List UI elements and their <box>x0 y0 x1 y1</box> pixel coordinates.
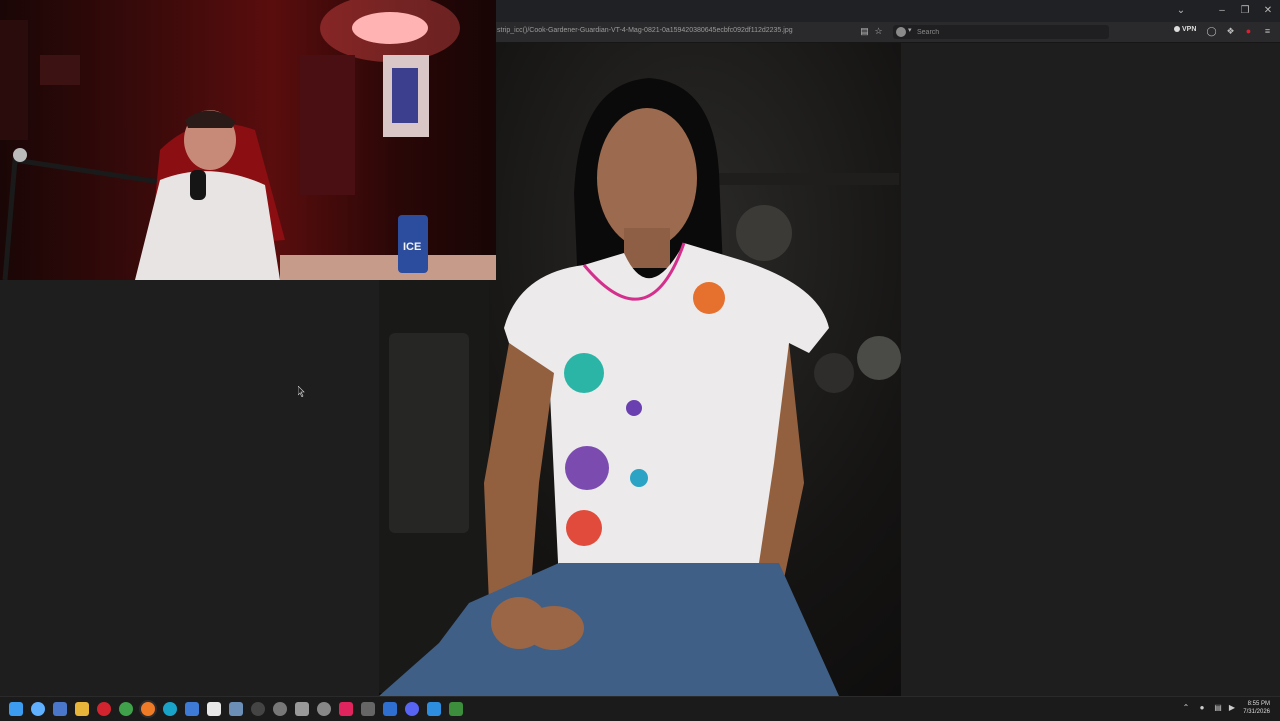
clock-date: 7/31/2026 <box>1243 709 1270 715</box>
can-label: ICE <box>403 241 421 253</box>
chevron-down-icon[interactable]: ▾ <box>908 26 912 34</box>
tray-chevron-up-icon[interactable]: ⌃ <box>1181 703 1191 713</box>
microphone-icon[interactable]: ● <box>1197 703 1207 713</box>
tab-list-chevron-icon[interactable]: ⌄ <box>1171 3 1191 19</box>
extensions-icon[interactable]: ❖ <box>1225 26 1236 37</box>
streamer-webcam-image: ICE <box>0 0 496 280</box>
network-icon[interactable]: ▤ <box>1213 703 1223 713</box>
copilot-icon[interactable] <box>31 702 45 716</box>
taskbar-clock[interactable]: 8:55 PM 7/31/2026 <box>1243 700 1270 716</box>
game-controller-icon[interactable] <box>361 702 375 716</box>
volume-icon[interactable]: ▶ <box>1227 703 1237 713</box>
vpn-button[interactable]: VPN <box>1174 26 1196 33</box>
account-icon[interactable]: ◯ <box>1206 26 1217 37</box>
start-icon[interactable] <box>9 702 23 716</box>
address-bar[interactable]: strip_icc()/Cook-Gardener-Guardian-VT-4-… <box>497 27 793 34</box>
task-view-icon[interactable] <box>53 702 67 716</box>
close-window-button[interactable]: ✕ <box>1258 3 1278 19</box>
word-icon[interactable] <box>383 702 397 716</box>
shield-icon[interactable] <box>295 702 309 716</box>
obs-icon[interactable] <box>251 702 265 716</box>
file-explorer-icon[interactable] <box>75 702 89 716</box>
clock-time: 8:55 PM <box>1247 701 1270 707</box>
mouse-cursor-icon <box>298 386 305 397</box>
reader-view-icon[interactable]: ▤ <box>859 26 870 37</box>
tiktok-icon[interactable] <box>339 702 353 716</box>
firefox-icon[interactable] <box>141 702 155 716</box>
menu-icon[interactable]: ≡ <box>1262 26 1273 37</box>
ublock-icon[interactable]: ● <box>1243 26 1254 37</box>
vpn-icon <box>1174 26 1180 33</box>
chrome-icon[interactable] <box>119 702 133 716</box>
opera-icon[interactable] <box>97 702 111 716</box>
search-input[interactable] <box>917 26 1097 38</box>
vpn-label: VPN <box>1182 26 1197 33</box>
store-icon[interactable] <box>207 702 221 716</box>
steam-icon[interactable] <box>317 702 331 716</box>
settings-gear-icon[interactable] <box>273 702 287 716</box>
bookmark-star-icon[interactable]: ☆ <box>873 26 884 37</box>
minimize-button[interactable]: – <box>1212 3 1232 19</box>
notepad-icon[interactable] <box>185 702 199 716</box>
photos-icon[interactable] <box>427 702 441 716</box>
windows-taskbar: ⌃ ● ▤ ▶ 8:55 PM 7/31/2026 <box>0 696 1280 721</box>
restore-button[interactable]: ❐ <box>1235 3 1255 19</box>
search-box[interactable]: ▾ <box>893 25 1109 39</box>
edge-icon[interactable] <box>163 702 177 716</box>
calculator-icon[interactable] <box>229 702 243 716</box>
search-engine-icon[interactable] <box>896 27 906 37</box>
discord-icon[interactable] <box>405 702 419 716</box>
webcam-overlay: ICE <box>0 0 496 280</box>
terminal-icon[interactable] <box>449 702 463 716</box>
